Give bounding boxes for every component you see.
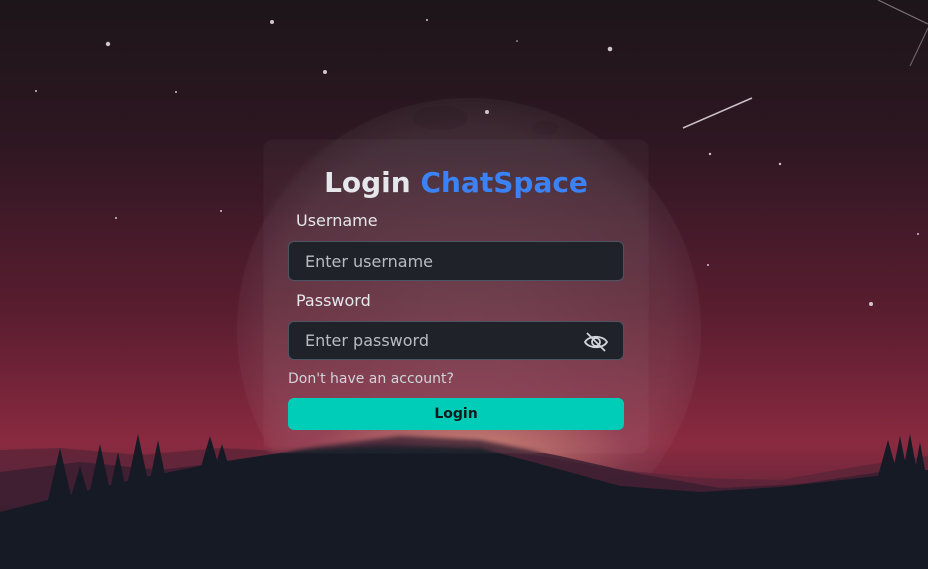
login-button[interactable]: Login bbox=[288, 398, 624, 430]
page-title: Login ChatSpace bbox=[264, 163, 648, 203]
signup-link[interactable]: Don't have an account? bbox=[288, 370, 454, 388]
username-label: Username bbox=[296, 211, 378, 230]
brand-name: ChatSpace bbox=[420, 166, 588, 199]
title-login-text: Login bbox=[324, 166, 411, 199]
password-label: Password bbox=[296, 291, 371, 310]
username-input[interactable] bbox=[288, 241, 624, 281]
password-input[interactable] bbox=[288, 321, 624, 360]
eye-slash-icon[interactable] bbox=[582, 330, 610, 354]
login-page: Login ChatSpace Username Password Don't … bbox=[0, 0, 928, 569]
